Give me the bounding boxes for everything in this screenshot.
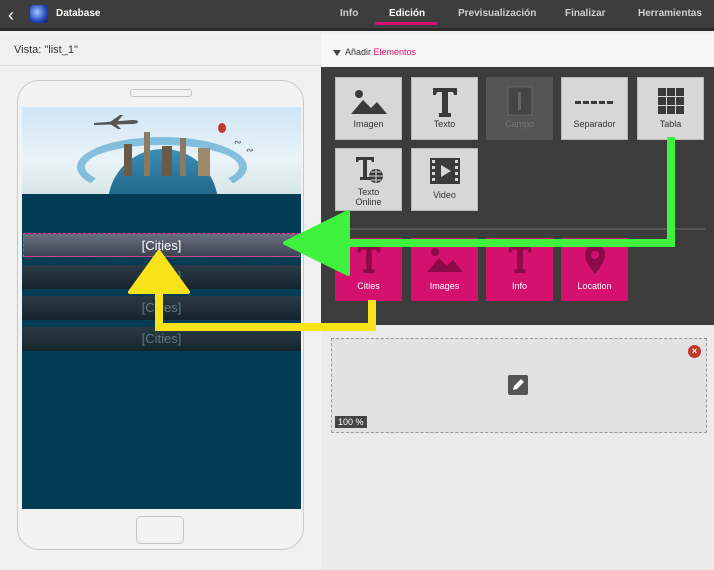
separator-icon (574, 101, 613, 104)
phone-frame: ∾ ∾ [Cities] [Cities] [Cities] [Cities] (17, 80, 304, 550)
element-tabla[interactable]: Tabla (637, 77, 704, 140)
top-bar: ‹ Database Info Edición Previsualización… (0, 0, 714, 31)
element-label: Tabla (659, 119, 682, 129)
image-icon (350, 90, 387, 114)
app-logo-icon (30, 5, 48, 23)
table-icon (657, 88, 684, 114)
field-label: Location (577, 281, 612, 291)
add-elements-header[interactable]: Añadir Elementos (321, 34, 714, 66)
online-text-icon (355, 157, 383, 183)
field-location[interactable]: Location (561, 238, 628, 301)
field-label: Info (511, 281, 527, 291)
view-name-label: Vista: "list_1" (14, 44, 78, 56)
list-item[interactable]: [Cities] (22, 327, 301, 351)
element-label: Separador (573, 119, 616, 129)
image-icon (426, 248, 463, 272)
element-label: Imagen (353, 119, 384, 129)
tab-herramientas[interactable]: Herramientas (638, 8, 702, 19)
app-title: Database (56, 8, 101, 19)
element-label: Texto (433, 119, 456, 129)
tab-info[interactable]: Info (340, 8, 358, 19)
pencil-edit-icon[interactable] (508, 375, 528, 395)
phone-preview-pane: ∾ ∾ [Cities] [Cities] [Cities] [Cities] (0, 67, 321, 570)
tab-previsualizacion[interactable]: Previsualización (458, 8, 536, 19)
element-video[interactable]: Video (411, 148, 478, 211)
elements-palette: Imagen Texto Campo Separador Tabla Texto… (321, 67, 714, 325)
elements-pane: Imagen Texto Campo Separador Tabla Texto… (321, 67, 714, 570)
list-item[interactable]: [Cities] (22, 265, 301, 289)
add-elements-toggle[interactable]: Añadir Elementos (333, 47, 416, 57)
field-icon (507, 86, 532, 116)
field-info[interactable]: Info (486, 238, 553, 301)
view-header: Vista: "list_1" (0, 34, 321, 66)
tab-edicion[interactable]: Edición (389, 8, 425, 19)
add-label: Añadir (345, 47, 372, 57)
element-imagen[interactable]: Imagen (335, 77, 402, 140)
element-label: Texto Online (355, 187, 382, 207)
field-label: Cities (357, 281, 380, 291)
element-texto[interactable]: Texto (411, 77, 478, 140)
caret-down-icon (333, 49, 341, 56)
text-icon (432, 88, 457, 117)
phone-home-button (136, 516, 184, 544)
travel-banner-image: ∾ ∾ (22, 107, 301, 194)
video-icon (429, 158, 460, 184)
field-label: Images (429, 281, 460, 291)
text-icon (357, 245, 380, 273)
element-campo: Campo (486, 77, 553, 140)
field-cities[interactable]: Cities (335, 238, 402, 301)
element-label: Video (433, 190, 456, 200)
active-tab-indicator (375, 22, 437, 25)
field-images[interactable]: Images (411, 238, 478, 301)
element-texto-online[interactable]: Texto Online (335, 148, 402, 211)
selected-element-editor[interactable]: × 100 % (331, 338, 707, 433)
zoom-badge: 100 % (335, 416, 367, 428)
phone-screen: ∾ ∾ [Cities] [Cities] [Cities] [Cities] (22, 107, 301, 509)
location-pin-icon (584, 245, 605, 274)
list-item[interactable]: [Cities] (22, 296, 301, 320)
phone-speaker (130, 89, 192, 97)
element-separador[interactable]: Separador (561, 77, 628, 140)
palette-divider (335, 228, 705, 230)
element-label: Campo (504, 119, 534, 129)
list-item-selected[interactable]: [Cities] (23, 233, 300, 257)
back-chevron-icon[interactable]: ‹ (8, 5, 14, 26)
tab-finalizar[interactable]: Finalizar (565, 8, 606, 19)
text-icon (508, 245, 531, 273)
close-icon[interactable]: × (688, 345, 701, 358)
elements-label: Elementos (373, 47, 417, 57)
